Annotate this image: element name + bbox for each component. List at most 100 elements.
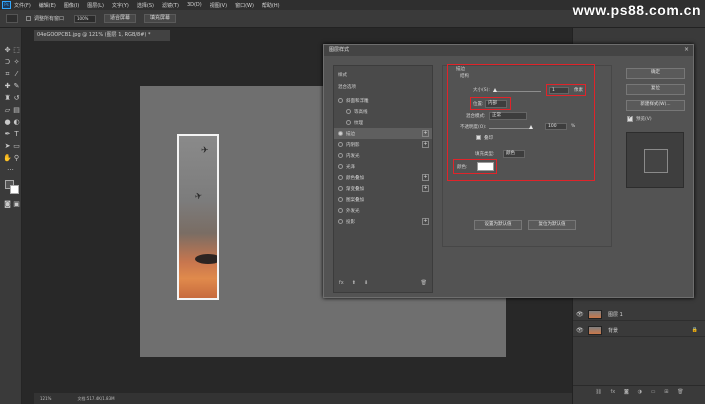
blend-options-header[interactable]: 混合选项 <box>334 81 432 92</box>
eye-icon[interactable]: 👁 <box>576 311 584 318</box>
new-style-button[interactable]: 新建样式(W)... <box>626 100 685 111</box>
eraser-tool-icon[interactable]: ▱ <box>3 106 12 114</box>
adjustment-icon[interactable]: ◑ <box>638 389 642 395</box>
ok-button[interactable]: 确定 <box>626 68 685 79</box>
preview-checkbox[interactable] <box>627 115 633 122</box>
preview-checkbox-row[interactable]: 预览(V) <box>627 115 652 122</box>
style-item-satin[interactable]: 光泽 <box>334 161 432 172</box>
add-effect-icon[interactable]: + <box>422 141 429 148</box>
menu-window[interactable]: 窗口(W) <box>235 2 254 9</box>
fill-screen-button[interactable]: 填充屏幕 <box>144 14 177 23</box>
folder-icon[interactable]: ▭ <box>651 389 656 395</box>
move-down-icon[interactable]: ⬇ <box>364 280 368 286</box>
menu-layer[interactable]: 图层(L) <box>87 2 104 9</box>
style-item-texture[interactable]: 纹理 <box>334 117 432 128</box>
mask-icon[interactable]: ◙ <box>624 389 629 395</box>
zoom-tool-icon[interactable]: ⚲ <box>12 154 21 162</box>
add-effect-icon[interactable]: + <box>422 218 429 225</box>
magic-wand-icon[interactable]: ✧ <box>12 58 21 66</box>
reset-default-button[interactable]: 复位为默认值 <box>528 220 576 230</box>
style-checkbox[interactable] <box>338 164 343 169</box>
style-checkbox[interactable] <box>338 208 343 213</box>
shape-tool-icon[interactable]: ▭ <box>12 142 21 150</box>
move-tool-icon[interactable]: ✥ <box>3 46 12 54</box>
type-tool-icon[interactable]: T <box>12 130 21 138</box>
move-up-icon[interactable]: ⬆ <box>352 280 356 286</box>
style-item-inner-glow[interactable]: 内发光 <box>334 150 432 161</box>
gradient-tool-icon[interactable]: ▤ <box>12 106 21 114</box>
zoom-field[interactable]: 100% <box>74 14 97 23</box>
document-tab[interactable]: 04eGOOPCB1.jpg @ 121% (图层 1, RGB/8#) * <box>34 30 170 41</box>
screen-mode-icon[interactable]: ▣ <box>12 200 21 208</box>
style-checkbox[interactable] <box>338 197 343 202</box>
menu-type[interactable]: 文字(Y) <box>112 2 129 9</box>
more-tools-icon[interactable]: ··· <box>6 166 15 174</box>
style-checkbox[interactable] <box>346 109 351 114</box>
bird-shape: ✈ <box>193 191 204 203</box>
hand-tool-icon[interactable]: ✋ <box>3 154 12 162</box>
clone-stamp-icon[interactable]: ♜ <box>3 94 12 102</box>
style-checkbox[interactable] <box>338 175 343 180</box>
style-checkbox[interactable] <box>338 219 343 224</box>
menu-image[interactable]: 图像(I) <box>64 2 79 9</box>
new-layer-icon[interactable]: ⊞ <box>664 389 668 395</box>
eye-icon[interactable]: 👁 <box>576 327 584 334</box>
fx-menu-icon[interactable]: fx <box>339 280 344 286</box>
style-checkbox[interactable] <box>338 131 343 136</box>
reset-button[interactable]: 复位 <box>626 84 685 95</box>
status-zoom[interactable]: 121% <box>40 396 51 401</box>
style-checkbox[interactable] <box>338 142 343 147</box>
healing-brush-icon[interactable]: ✚ <box>3 82 12 90</box>
close-icon[interactable]: × <box>684 46 689 53</box>
resize-all-windows-checkbox[interactable] <box>26 16 31 21</box>
menu-filter[interactable]: 滤镜(T) <box>162 2 179 9</box>
dialog-title[interactable]: 图层样式 <box>324 45 693 56</box>
style-item-pattern-overlay[interactable]: 图案叠加 <box>334 194 432 205</box>
layer-row[interactable]: 👁 图层 1 <box>573 308 705 321</box>
lasso-tool-icon[interactable]: ᑐ <box>3 58 12 66</box>
pen-tool-icon[interactable]: ✒ <box>3 130 12 138</box>
menu-file[interactable]: 文件(F) <box>14 2 31 9</box>
eyedropper-icon[interactable]: ⁄ <box>12 70 21 78</box>
style-item-gradient-overlay[interactable]: 渐变叠加 + <box>334 183 432 194</box>
dodge-tool-icon[interactable]: ◐ <box>12 118 21 126</box>
style-checkbox[interactable] <box>338 98 343 103</box>
style-item-drop-shadow[interactable]: 投影 + <box>334 216 432 227</box>
preview-label: 预览(V) <box>636 117 652 122</box>
add-effect-icon[interactable]: + <box>422 185 429 192</box>
style-item-inner-shadow[interactable]: 内阴影 + <box>334 139 432 150</box>
menu-help[interactable]: 帮助(H) <box>262 2 280 9</box>
fit-screen-button[interactable]: 适合屏幕 <box>104 14 137 23</box>
style-checkbox[interactable] <box>338 153 343 158</box>
set-default-button[interactable]: 设置为默认值 <box>474 220 522 230</box>
marquee-tool-icon[interactable]: ⬚ <box>12 46 21 54</box>
menu-edit[interactable]: 编辑(E) <box>39 2 56 9</box>
menu-3d[interactable]: 3D(D) <box>187 2 202 8</box>
blur-tool-icon[interactable]: ● <box>3 118 12 126</box>
path-select-icon[interactable]: ➤ <box>3 142 12 150</box>
style-item-stroke[interactable]: 描边 + <box>334 128 432 139</box>
menu-select[interactable]: 选择(S) <box>137 2 154 9</box>
link-layers-icon[interactable]: ⛓ <box>595 389 601 395</box>
fx-icon[interactable]: fx <box>611 389 616 395</box>
trash-icon[interactable]: 🗑 <box>677 389 683 395</box>
style-checkbox[interactable] <box>346 120 351 125</box>
add-effect-icon[interactable]: + <box>422 130 429 137</box>
layer-row[interactable]: 👁 背景 🔒 <box>573 324 705 337</box>
style-item-contour[interactable]: 等高线 <box>334 106 432 117</box>
styles-header[interactable]: 样式 <box>334 69 432 80</box>
quick-mask-icon[interactable]: ◙ <box>3 200 12 208</box>
tool-preset-picker[interactable] <box>6 14 18 23</box>
background-color-swatch[interactable] <box>10 185 19 194</box>
history-brush-icon[interactable]: ↺ <box>12 94 21 102</box>
layer-name: 图层 1 <box>608 311 623 318</box>
crop-tool-icon[interactable]: ⌗ <box>3 70 12 78</box>
style-item-bevel[interactable]: 斜面和浮雕 <box>334 95 432 106</box>
menu-view[interactable]: 视图(V) <box>210 2 227 9</box>
style-item-color-overlay[interactable]: 颜色叠加 + <box>334 172 432 183</box>
style-checkbox[interactable] <box>338 186 343 191</box>
add-effect-icon[interactable]: + <box>422 174 429 181</box>
style-item-outer-glow[interactable]: 外发光 <box>334 205 432 216</box>
brush-tool-icon[interactable]: ✎ <box>12 82 21 90</box>
trash-icon[interactable]: 🗑 <box>421 280 427 286</box>
